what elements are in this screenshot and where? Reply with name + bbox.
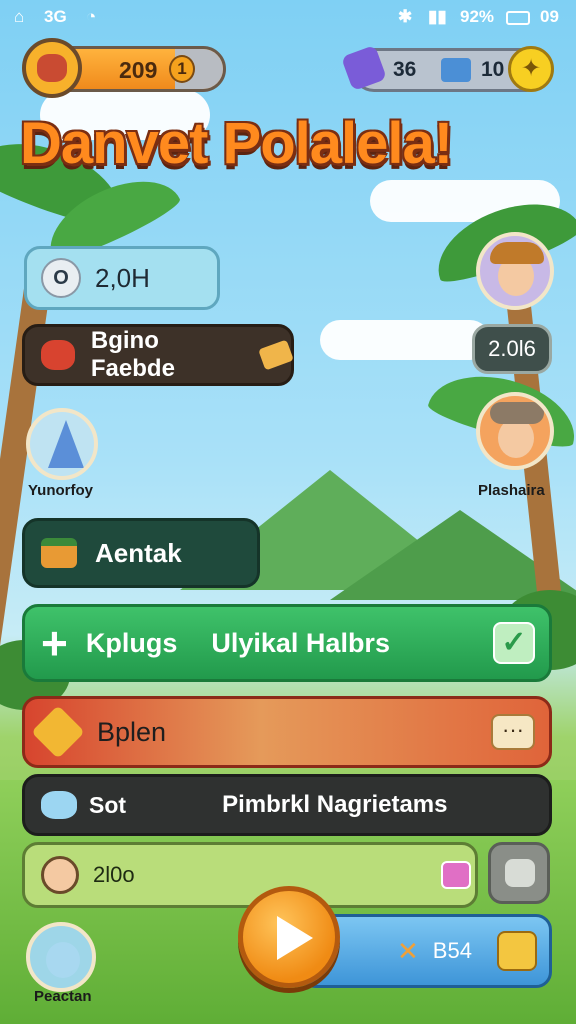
play-icon (277, 916, 313, 960)
star-button[interactable]: ✦ (508, 46, 554, 92)
sot-button[interactable]: Sot Pimbrkl Nagrietams (22, 774, 552, 836)
hat-icon (490, 242, 544, 264)
aentak-button[interactable]: Aentak (22, 518, 260, 588)
bluetooth-icon: ✱ (398, 7, 413, 26)
character-name-left: Yunorfoy (28, 482, 94, 499)
bonus-label: Bgino Faebde (90, 327, 175, 382)
bottom-value: 2l0o (93, 862, 135, 887)
key-value: 10 (481, 58, 505, 81)
bplen-button[interactable]: Bplen ··· (22, 696, 552, 768)
game-title: Danvet Polalela! (20, 111, 453, 176)
score-icon: O (41, 258, 81, 298)
value-badge: 2.0l6 (472, 324, 552, 374)
hair (490, 402, 544, 424)
aentak-label: Aentak (95, 537, 182, 568)
pig-icon (37, 54, 67, 82)
sot-sub-label: Pimbrkl Nagrietams (222, 791, 448, 818)
mail-icon[interactable] (441, 861, 471, 889)
player-face-icon (41, 856, 79, 894)
cheese-icon (258, 339, 294, 371)
bottom-value-bar: 2l0o (22, 842, 478, 908)
bottom-right-value: B54 (432, 938, 472, 963)
burger-icon (41, 538, 77, 568)
character-avatar-left[interactable] (26, 408, 98, 480)
cloud (320, 320, 490, 360)
face (46, 942, 80, 978)
kplugs-label: Kplugs (85, 627, 178, 658)
score-chip[interactable]: O 2,0H (24, 246, 220, 310)
bonus-button[interactable]: Bgino Faebde (22, 324, 294, 386)
coin-value: 209 (119, 57, 158, 83)
player-avatar[interactable] (22, 38, 82, 98)
value-badge-text: 2.0l6 (488, 336, 536, 361)
play-button[interactable] (238, 886, 340, 988)
key-icon (441, 58, 471, 82)
character-avatar-2[interactable] (476, 392, 554, 470)
face (498, 418, 534, 458)
tools-icon: ✕ (397, 935, 419, 966)
menu-icon[interactable] (497, 931, 537, 971)
robot-icon (505, 859, 535, 887)
character-name-bottom: Peactan (34, 988, 92, 1005)
kplugs-button[interactable]: + Kplugs Ulyikal Halbrs ✓ (22, 604, 552, 682)
battery-text: 92% (460, 7, 495, 26)
sot-label: Sot (89, 791, 127, 818)
signal-icon: ▮▮ (428, 7, 447, 26)
network-label: 3G (44, 7, 67, 26)
character-name-right: Plashaira (478, 482, 545, 499)
character-avatar-bottom[interactable] (26, 922, 96, 992)
gem-value: 36 (393, 58, 417, 81)
character-avatar-1[interactable] (476, 232, 554, 310)
meat-icon (41, 340, 75, 370)
coin-badge: 1 (169, 55, 195, 83)
status-bar: ⌂ 3G ◔ ✱ ▮▮ 92% 09 (0, 0, 576, 34)
plus-icon: + (41, 617, 68, 669)
more-icon[interactable]: ··· (491, 714, 535, 750)
robot-button[interactable] (488, 842, 550, 904)
rock-icon (41, 791, 77, 819)
kite-icon (31, 705, 85, 759)
wifi-icon: ◔ (86, 7, 97, 26)
check-icon[interactable]: ✓ (493, 622, 535, 664)
score-value: 2,0H (95, 262, 150, 293)
tower-icon (48, 420, 84, 468)
clock: 09 (540, 7, 559, 26)
home-icon: ⌂ (14, 7, 25, 26)
bplen-label: Bplen (97, 716, 167, 747)
kplugs-sub-label: Ulyikal Halbrs (211, 627, 390, 658)
battery-icon (506, 11, 530, 25)
